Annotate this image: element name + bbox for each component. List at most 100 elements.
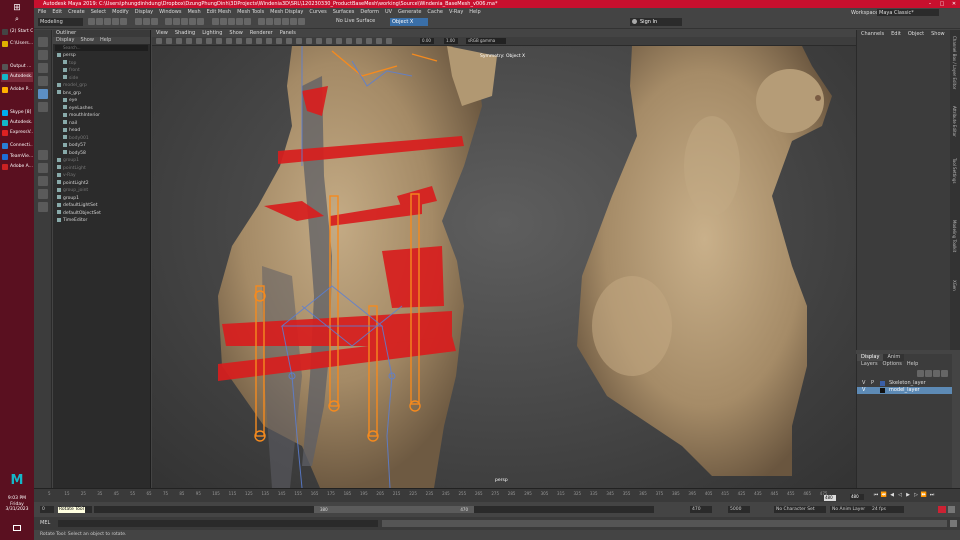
layer-down-icon[interactable] bbox=[925, 370, 932, 377]
camera-lock-icon[interactable] bbox=[282, 18, 290, 25]
taskbar-item[interactable]: Adobe A... bbox=[1, 162, 33, 172]
color-space-dropdown[interactable]: sRGB gamma bbox=[466, 38, 506, 44]
maximize-icon[interactable]: □ bbox=[936, 0, 948, 8]
taskbar-item[interactable]: C:\Users... bbox=[1, 39, 33, 49]
save-scene-icon[interactable] bbox=[104, 18, 111, 25]
viewport-menu-item[interactable]: View bbox=[156, 30, 168, 37]
auto-key-icon[interactable] bbox=[938, 506, 946, 513]
modeling-toolkit-icon[interactable] bbox=[258, 18, 266, 25]
visibility-toggle[interactable]: V bbox=[862, 380, 867, 387]
redo-icon[interactable] bbox=[120, 18, 127, 25]
render-settings-icon[interactable] bbox=[235, 18, 243, 25]
color-management-icon[interactable] bbox=[386, 38, 392, 44]
command-input[interactable] bbox=[58, 520, 378, 527]
outliner-item[interactable]: group1 bbox=[53, 195, 150, 203]
lasso-tool-icon[interactable] bbox=[38, 50, 48, 60]
system-clock[interactable]: 9:03 PM Friday 3/31/2023 bbox=[0, 496, 34, 513]
outliner-item[interactable]: defaultLightSet bbox=[53, 202, 150, 210]
visibility-toggle[interactable]: V bbox=[862, 387, 867, 394]
four-view-icon[interactable] bbox=[38, 163, 48, 173]
side-tab[interactable]: XGen bbox=[952, 280, 957, 291]
menu-item[interactable]: Generate bbox=[398, 9, 421, 15]
use-lights-icon[interactable] bbox=[286, 38, 292, 44]
playback-end-field[interactable]: 470 bbox=[690, 506, 712, 513]
menuset-dropdown[interactable]: Modeling bbox=[38, 18, 83, 26]
layer-menu-item[interactable]: Help bbox=[907, 361, 918, 368]
outliner-item[interactable]: eye bbox=[53, 97, 150, 105]
depth-of-field-icon[interactable] bbox=[376, 38, 382, 44]
current-frame-field[interactable]: 480 bbox=[850, 494, 864, 500]
gate-mask-icon[interactable] bbox=[216, 38, 222, 44]
layer-tab[interactable]: Display bbox=[857, 354, 884, 361]
image-plane-icon[interactable] bbox=[176, 38, 182, 44]
layer-row[interactable]: V P Skeleton_layer bbox=[857, 380, 952, 387]
gamma-field[interactable]: 1.00 bbox=[444, 38, 458, 44]
menu-item[interactable]: Deform bbox=[360, 9, 379, 15]
history-icon[interactable] bbox=[211, 18, 219, 25]
snap-plane-icon[interactable] bbox=[189, 18, 197, 25]
undo-icon[interactable] bbox=[112, 18, 119, 25]
shadows-icon[interactable] bbox=[296, 38, 302, 44]
scale-tool-icon[interactable] bbox=[38, 102, 48, 112]
outliner-item[interactable]: bns_grp bbox=[53, 90, 150, 98]
menu-item[interactable]: Cache bbox=[427, 9, 443, 15]
outliner-item[interactable]: mouthInterior bbox=[53, 112, 150, 120]
side-tab[interactable]: Attribute Editor bbox=[952, 106, 957, 137]
outliner-item[interactable]: body58 bbox=[53, 150, 150, 158]
motion-blur-icon[interactable] bbox=[316, 38, 322, 44]
outliner-menu-item[interactable]: Show bbox=[80, 37, 94, 44]
viewport-menu-item[interactable]: Renderer bbox=[250, 30, 273, 37]
persp-outliner-icon[interactable] bbox=[38, 202, 48, 212]
select-component-icon[interactable] bbox=[150, 18, 158, 25]
hypershade-icon[interactable] bbox=[243, 18, 251, 25]
step-back-key-icon[interactable]: ⏪ bbox=[880, 492, 888, 498]
side-tab[interactable]: Modeling Toolkit bbox=[952, 220, 957, 252]
xgen-icon[interactable] bbox=[274, 18, 282, 25]
menu-item[interactable]: Edit bbox=[52, 9, 62, 15]
select-tool-icon[interactable] bbox=[38, 37, 48, 47]
sign-in-button[interactable]: Sign In bbox=[630, 18, 682, 26]
menu-item[interactable]: Surfaces bbox=[333, 9, 355, 15]
camera-attributes-icon[interactable] bbox=[156, 38, 162, 44]
new-layer-selected-icon[interactable] bbox=[941, 370, 948, 377]
layer-tab[interactable]: Anim bbox=[883, 354, 905, 361]
taskbar-item[interactable]: TeamVie... bbox=[1, 152, 33, 162]
outliner-menu-item[interactable]: Display bbox=[56, 37, 74, 44]
step-forward-key-icon[interactable]: ⏩ bbox=[920, 492, 928, 498]
layer-menu-item[interactable]: Layers bbox=[861, 361, 878, 368]
wireframe-icon[interactable] bbox=[256, 38, 262, 44]
menu-item[interactable]: UV bbox=[385, 9, 392, 15]
move-tool-icon[interactable] bbox=[38, 76, 48, 86]
go-to-start-icon[interactable]: ⏮ bbox=[872, 492, 880, 498]
scene-end-field[interactable]: 5000 bbox=[728, 506, 750, 513]
safe-action-icon[interactable] bbox=[236, 38, 242, 44]
channel-box-menu-item[interactable]: Channels bbox=[861, 30, 884, 38]
prefs-icon[interactable] bbox=[948, 506, 955, 513]
outliner-item[interactable]: side bbox=[53, 75, 150, 83]
exposure-field[interactable]: 0.00 bbox=[420, 38, 434, 44]
symmetry-dropdown[interactable]: Object X bbox=[390, 18, 428, 26]
play-forward-icon[interactable]: ▶ bbox=[904, 492, 912, 498]
viewport-menu-item[interactable]: Lighting bbox=[202, 30, 222, 37]
outliner-item[interactable]: pointLight bbox=[53, 165, 150, 173]
textured-icon[interactable] bbox=[276, 38, 282, 44]
side-by-side-icon[interactable] bbox=[38, 176, 48, 186]
layer-up-icon[interactable] bbox=[917, 370, 924, 377]
side-tab[interactable]: Channel Box / Layer Editor bbox=[952, 36, 957, 89]
playback-toggle[interactable] bbox=[871, 387, 876, 394]
menu-item[interactable]: Curves bbox=[309, 9, 326, 15]
outliner-item[interactable]: model_grp bbox=[53, 82, 150, 90]
select-object-icon[interactable] bbox=[142, 18, 150, 25]
smooth-shade-icon[interactable] bbox=[266, 38, 272, 44]
new-scene-icon[interactable] bbox=[88, 18, 95, 25]
menu-item[interactable]: Create bbox=[68, 9, 85, 15]
open-scene-icon[interactable] bbox=[96, 18, 103, 25]
outliner-item[interactable]: top bbox=[53, 60, 150, 68]
field-chart-icon[interactable] bbox=[226, 38, 232, 44]
render-icon[interactable] bbox=[219, 18, 227, 25]
outliner-item[interactable]: v-Ray bbox=[53, 172, 150, 180]
resolution-gate-icon[interactable] bbox=[206, 38, 212, 44]
step-back-icon[interactable]: ◀ bbox=[888, 492, 896, 498]
taskbar-item[interactable]: Connecti... bbox=[1, 141, 33, 151]
magnet-icon[interactable] bbox=[298, 18, 306, 25]
